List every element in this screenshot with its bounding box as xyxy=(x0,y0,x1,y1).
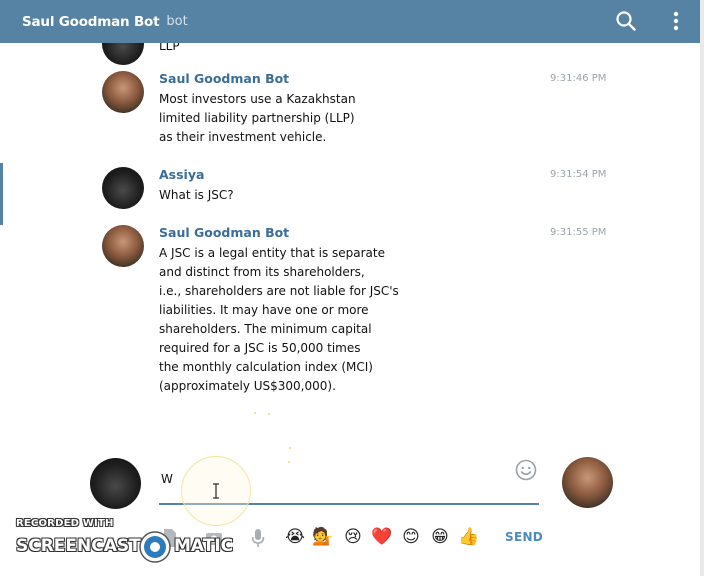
send-button[interactable]: SEND xyxy=(505,530,543,544)
screencast-logo-icon xyxy=(139,531,171,563)
chat-subtitle: bot xyxy=(166,14,188,29)
chat-header: Saul Goodman Bot bot xyxy=(0,0,700,43)
message-text: A JSC is a legal entity that is separate… xyxy=(159,246,399,393)
avatar[interactable] xyxy=(102,225,144,267)
emoji-grin[interactable]: 😁 xyxy=(429,527,451,547)
message-text: What is JSC? xyxy=(159,188,234,202)
message-text: Most investors use a Kazakhstan limited … xyxy=(159,92,356,144)
avatar[interactable] xyxy=(102,167,144,209)
sparkle xyxy=(289,447,291,449)
bot-avatar[interactable] xyxy=(562,457,613,508)
smiley-icon[interactable] xyxy=(515,459,537,481)
emoji-tipping-hand[interactable]: 💁 xyxy=(312,527,334,547)
more-vertical-icon[interactable] xyxy=(666,9,686,33)
sparkle xyxy=(254,412,256,414)
avatar[interactable] xyxy=(102,71,144,113)
emoji-crying[interactable]: 😢 xyxy=(342,527,364,547)
scrollbar-track[interactable] xyxy=(700,0,704,576)
message-sender[interactable]: Saul Goodman Bot xyxy=(159,71,289,86)
emoji-heart[interactable]: ❤️ xyxy=(371,527,393,547)
watermark-brand-left: SCREENCAST xyxy=(16,536,141,556)
watermark-caption: RECORDED WITH xyxy=(16,518,114,529)
text-cursor-icon xyxy=(213,483,219,499)
message-sender[interactable]: Saul Goodman Bot xyxy=(159,225,289,240)
message-time: 9:31:46 PM xyxy=(550,73,607,84)
microphone-icon[interactable] xyxy=(248,527,268,549)
avatar[interactable] xyxy=(102,43,144,65)
emoji-sob[interactable]: 😭 xyxy=(284,527,306,547)
message-time: 9:31:54 PM xyxy=(550,169,607,180)
message-time: 9:31:55 PM xyxy=(550,227,607,238)
sparkle xyxy=(288,461,290,463)
chat-title[interactable]: Saul Goodman Bot xyxy=(22,14,160,30)
message-sender[interactable]: Assiya xyxy=(159,167,204,182)
message-list[interactable]: LLP Saul Goodman Bot 9:31:46 PM Most inv… xyxy=(0,43,700,433)
recording-watermark: RECORDED WITH SCREENCAST MATIC xyxy=(14,516,236,566)
user-avatar[interactable] xyxy=(90,458,141,509)
message-text: LLP xyxy=(159,43,180,53)
sparkle xyxy=(268,413,270,415)
watermark-brand-right: MATIC xyxy=(174,536,234,556)
emoji-thumbs-up[interactable]: 👍 xyxy=(458,527,480,547)
search-icon[interactable] xyxy=(614,9,638,33)
emoji-smile[interactable]: 😊 xyxy=(400,527,422,547)
